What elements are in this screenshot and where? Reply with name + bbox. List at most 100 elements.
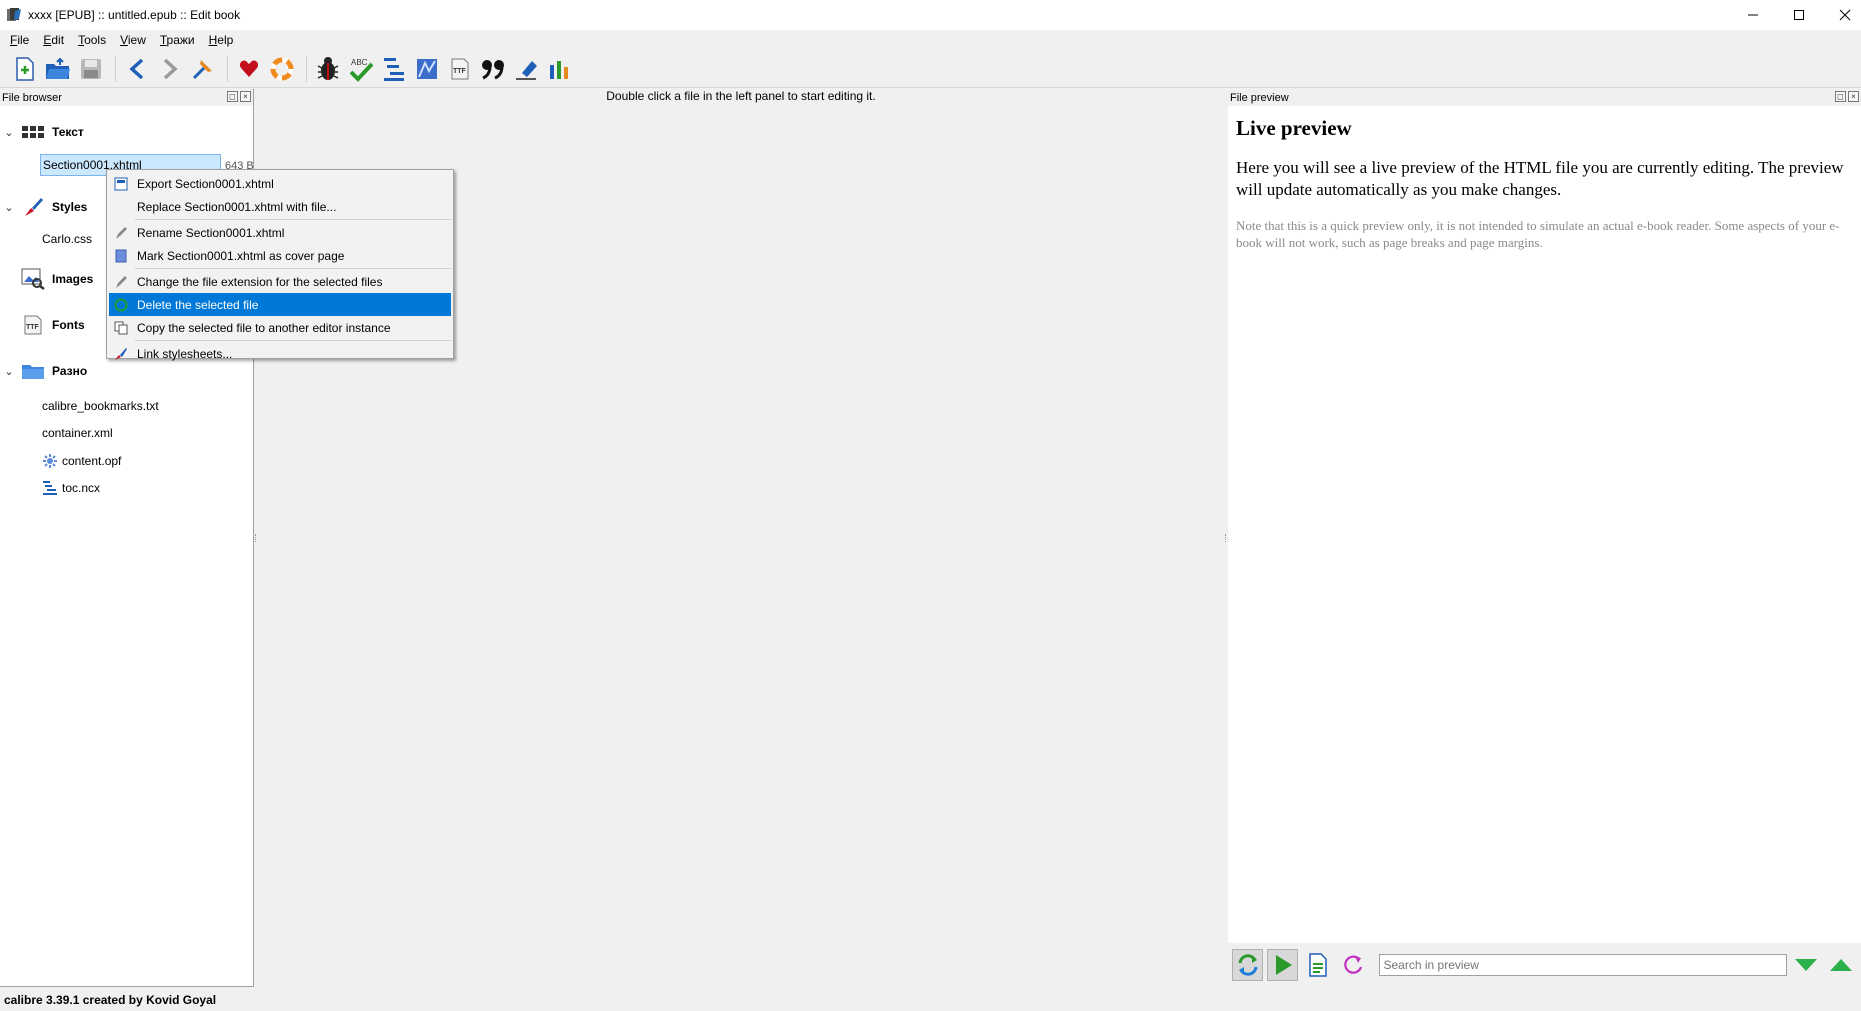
menu-item-link-stylesheets[interactable]: Link stylesheets...	[109, 342, 451, 365]
fonts-button[interactable]: TTF	[445, 54, 475, 84]
close-panel-button[interactable]: ×	[240, 91, 251, 102]
tree-file-calibre-bookmarks[interactable]: calibre_bookmarks.txt	[42, 399, 159, 413]
preview-content: Live preview Here you will see a live pr…	[1228, 106, 1861, 944]
maximize-button[interactable]	[1776, 0, 1822, 30]
file-preview-panel: File preview ◻ × Live preview Here you w…	[1228, 89, 1861, 987]
menu-edit[interactable]: Edit	[36, 33, 71, 47]
tree-file-carlo-css[interactable]: Carlo.css	[42, 232, 92, 246]
split-button[interactable]	[1302, 949, 1333, 981]
forward-button[interactable]	[155, 54, 185, 84]
chevron-down-icon[interactable]: ⌄	[0, 365, 18, 378]
find-previous-button[interactable]	[1826, 949, 1857, 981]
reports-button[interactable]	[412, 54, 442, 84]
tree-category-images[interactable]: Images	[0, 267, 93, 291]
menu-item-delete[interactable]: Delete the selected file	[109, 293, 451, 316]
tree-category-text[interactable]: ⌄ Текст	[0, 120, 84, 144]
file-preview-title: File preview	[1230, 91, 1289, 104]
menu-view[interactable]: View	[113, 33, 153, 47]
checkpoint-icon	[192, 59, 212, 79]
file-browser-header: File browser ◻ ×	[0, 89, 253, 106]
chevron-down-icon[interactable]: ⌄	[0, 201, 18, 214]
fonts-category-icon: TTF	[20, 314, 46, 336]
menu-separator	[135, 340, 451, 341]
toolbar-separator	[306, 55, 307, 82]
tree-category-misc[interactable]: ⌄ Разно	[0, 359, 87, 383]
toc-button[interactable]	[379, 54, 409, 84]
reload-button[interactable]	[1337, 949, 1368, 981]
preview-note-text: Note that this is a quick preview only, …	[1236, 218, 1840, 250]
close-window-button[interactable]	[1822, 0, 1861, 30]
checkpoint-button[interactable]	[188, 54, 218, 84]
menu-item-label: Change the file extension for the select…	[137, 274, 383, 289]
statistics-button[interactable]	[544, 54, 574, 84]
menu-item-rename[interactable]: Rename Section0001.xhtml	[109, 221, 451, 244]
delete-icon	[109, 298, 133, 312]
smarten-quotes-button[interactable]	[478, 54, 508, 84]
cover-page-icon	[109, 249, 133, 263]
menu-search[interactable]: Тражи	[153, 33, 202, 47]
tree-file-container-xml[interactable]: container.xml	[42, 426, 113, 440]
tree-category-styles[interactable]: ⌄ Styles	[0, 195, 87, 219]
menu-edit-label: dit	[51, 33, 65, 47]
fonts-icon: TTF	[451, 58, 469, 79]
check-book-button[interactable]	[313, 54, 343, 84]
reload-icon	[1344, 955, 1363, 974]
preview-heading: Live preview	[1236, 116, 1352, 140]
favorite-button[interactable]	[234, 54, 264, 84]
spell-check-icon: ABC	[349, 58, 374, 82]
search-preview-input[interactable]	[1378, 954, 1787, 976]
tree-category-text-label: Текст	[52, 125, 84, 139]
main-toolbar: ABC TTF	[0, 50, 1861, 88]
sync-button[interactable]	[1267, 949, 1299, 981]
tree-file-toc-ncx[interactable]: toc.ncx	[42, 480, 100, 496]
menu-item-label: Link stylesheets...	[137, 346, 233, 361]
calibre-app-icon	[7, 8, 21, 21]
arrow-down-icon	[1795, 959, 1818, 971]
menu-item-copy-to-instance[interactable]: Copy the selected file to another editor…	[109, 316, 451, 339]
maximize-icon	[1794, 10, 1804, 20]
menu-help[interactable]: Help	[202, 33, 241, 47]
open-book-button[interactable]	[43, 54, 73, 84]
float-panel-button[interactable]: ◻	[1835, 91, 1846, 102]
minimize-button[interactable]	[1730, 0, 1776, 30]
float-panel-button[interactable]: ◻	[227, 91, 238, 102]
statistics-icon	[550, 60, 568, 79]
brush-icon	[109, 347, 133, 361]
menu-item-change-extension[interactable]: Change the file extension for the select…	[109, 270, 451, 293]
menu-tools[interactable]: Tools	[71, 33, 113, 47]
file-context-menu: Export Section0001.xhtml Replace Section…	[106, 169, 454, 361]
find-next-button[interactable]	[1791, 949, 1822, 981]
insert-tag-button[interactable]	[511, 54, 541, 84]
chevron-down-icon[interactable]: ⌄	[0, 126, 18, 139]
menu-file[interactable]: File	[3, 33, 36, 47]
title-bar: xxxx [EPUB] :: untitled.epub :: Edit boo…	[0, 0, 1861, 30]
text-category-icon	[20, 121, 46, 143]
svg-text:ABC: ABC	[351, 58, 368, 67]
toolbar-separator	[227, 55, 228, 82]
new-file-button[interactable]	[10, 54, 40, 84]
spell-check-button[interactable]: ABC	[346, 54, 376, 84]
tree-category-fonts[interactable]: TTF Fonts	[0, 313, 85, 337]
menu-item-export[interactable]: Export Section0001.xhtml	[109, 172, 451, 195]
lifebuoy-icon	[270, 57, 294, 80]
back-button[interactable]	[122, 54, 152, 84]
tree-file-content-opf[interactable]: content.opf	[42, 453, 121, 469]
menu-item-replace[interactable]: Replace Section0001.xhtml with file...	[109, 195, 451, 218]
menu-item-label: Rename Section0001.xhtml	[137, 225, 285, 240]
status-text: calibre 3.39.1 created by Kovid Goyal	[4, 992, 217, 1007]
menu-item-label: Copy the selected file to another editor…	[137, 320, 391, 335]
close-panel-button[interactable]: ×	[1848, 91, 1859, 102]
toc-icon	[42, 480, 58, 496]
toc-icon	[384, 57, 404, 81]
back-icon	[129, 58, 144, 79]
donate-button[interactable]	[267, 54, 297, 84]
menu-help-label: elp	[217, 33, 234, 47]
play-icon	[1275, 955, 1292, 975]
save-button[interactable]	[76, 54, 106, 84]
auto-reload-button[interactable]	[1232, 949, 1264, 981]
toolbar-separator	[115, 55, 116, 82]
left-splitter-handle[interactable]	[255, 534, 258, 542]
tree-file-label: toc.ncx	[62, 481, 101, 495]
menu-item-label: Replace Section0001.xhtml with file...	[137, 199, 337, 214]
menu-item-mark-cover[interactable]: Mark Section0001.xhtml as cover page	[109, 244, 451, 267]
